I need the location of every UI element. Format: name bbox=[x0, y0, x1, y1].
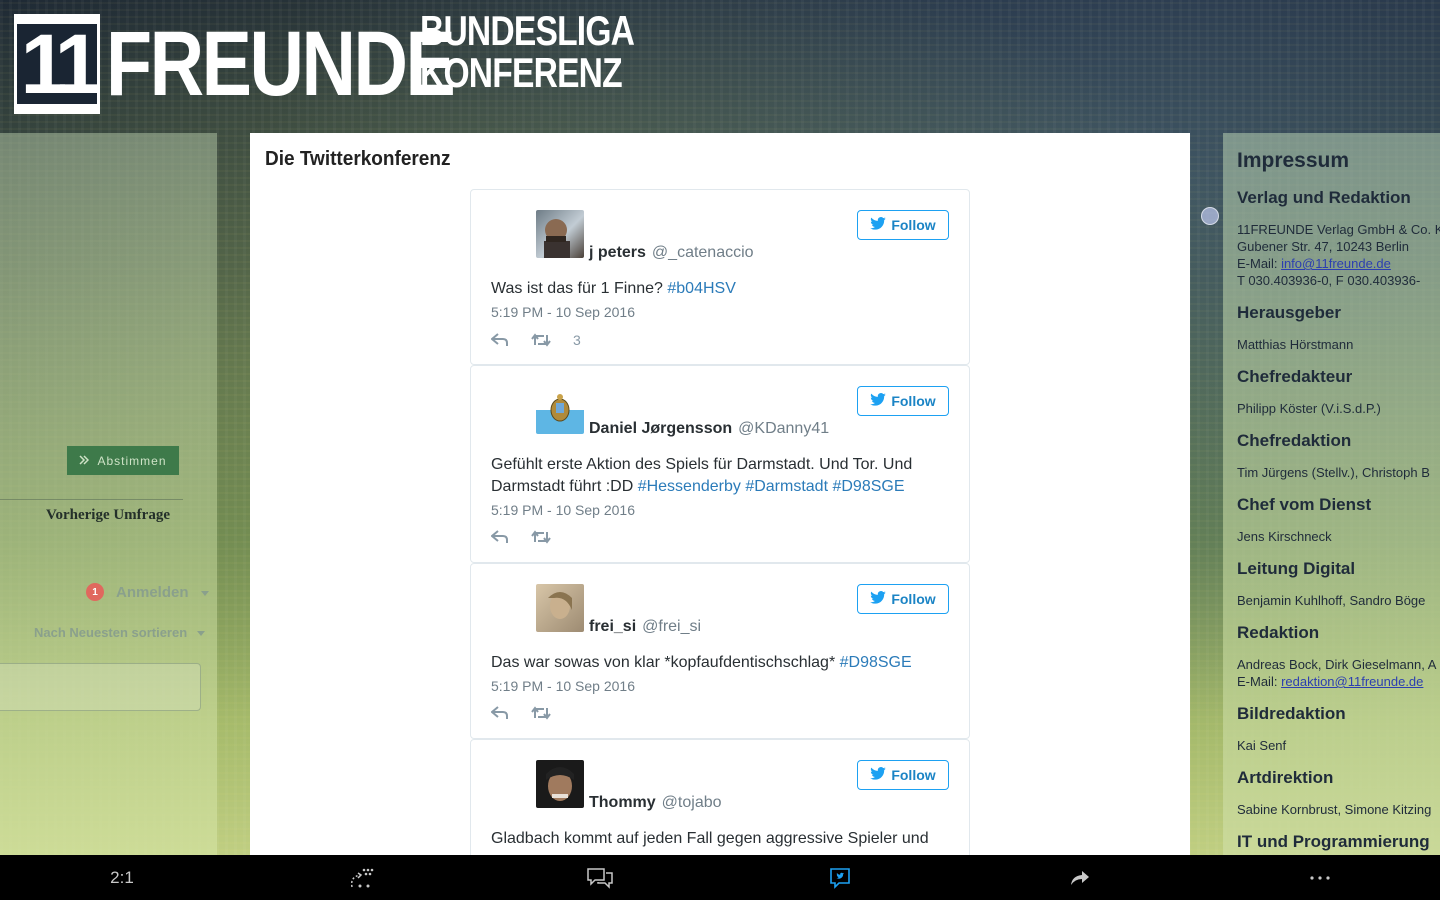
section-heading: Artdirektion bbox=[1237, 768, 1334, 787]
tweet-author[interactable]: j peters @_catenaccio bbox=[589, 244, 754, 262]
retweet-icon[interactable] bbox=[531, 530, 551, 544]
logo-subtitle: BUNDESLIGA KONFERENZ bbox=[420, 7, 635, 96]
like-count: 3 bbox=[573, 332, 581, 348]
avatar[interactable] bbox=[536, 210, 584, 258]
impressum-title: Impressum bbox=[1237, 149, 1350, 172]
tweet-actions bbox=[491, 706, 551, 720]
publisher-info: 11FREUNDE Verlag GmbH & Co. K Gubener St… bbox=[1237, 222, 1440, 288]
tweet-timestamp[interactable]: 5:19 PM - 10 Sep 2016 bbox=[491, 678, 635, 694]
avatar[interactable] bbox=[536, 760, 584, 808]
section-heading: Redaktion bbox=[1237, 623, 1320, 642]
email-link[interactable]: redaktion@11freunde.de bbox=[1281, 674, 1423, 689]
chat-icon[interactable] bbox=[578, 855, 622, 900]
more-icon[interactable] bbox=[1298, 855, 1342, 900]
impressum-panel: Impressum Verlag und Redaktion 11FREUNDE… bbox=[1223, 133, 1440, 855]
follow-button[interactable]: Follow bbox=[857, 386, 949, 416]
tweet-actions: 3 bbox=[491, 332, 581, 348]
tweet-author[interactable]: Daniel Jørgensson @KDanny41 bbox=[589, 420, 829, 438]
sort-dropdown[interactable]: Nach Neuesten sortieren bbox=[34, 625, 205, 640]
logo-word: FREUNDE bbox=[106, 13, 456, 115]
twitter-bird-icon bbox=[870, 767, 887, 783]
page-title: Die Twitterkonferenz bbox=[265, 148, 451, 170]
tweet-timestamp[interactable]: 5:19 PM - 10 Sep 2016 bbox=[491, 502, 635, 518]
tweet-text: Das war sowas von klar *kopfaufdentischs… bbox=[491, 654, 912, 671]
section-text: Andreas Bock, Dirk Gieselmann, A E-Mail:… bbox=[1237, 657, 1437, 689]
tactics-icon[interactable] bbox=[340, 855, 384, 900]
twitter-bird-icon bbox=[870, 393, 887, 409]
avatar[interactable] bbox=[536, 386, 584, 434]
tweet-card[interactable]: Thommy @tojabo Follow Gladbach kommt auf… bbox=[470, 739, 970, 855]
section-heading: Chef vom Dienst bbox=[1237, 495, 1372, 514]
section-heading: Herausgeber bbox=[1237, 303, 1341, 322]
section-text: Benjamin Kuhlhoff, Sandro Böge bbox=[1237, 593, 1426, 608]
double-chevron-right-icon bbox=[79, 454, 90, 468]
caret-down-icon bbox=[200, 584, 209, 601]
scroll-indicator[interactable] bbox=[1201, 207, 1219, 225]
caret-down-icon bbox=[196, 625, 205, 640]
tweet-author[interactable]: frei_si @frei_si bbox=[589, 618, 701, 636]
section-heading: IT und Programmierung bbox=[1237, 832, 1430, 851]
login-dropdown[interactable]: 1 Anmelden bbox=[86, 583, 209, 601]
twitter-bird-icon bbox=[870, 591, 887, 607]
hashtag-link[interactable]: #b04HSV bbox=[667, 280, 736, 297]
follow-button[interactable]: Follow bbox=[857, 584, 949, 614]
section-heading: Bildredaktion bbox=[1237, 704, 1346, 723]
share-icon[interactable] bbox=[1058, 855, 1102, 900]
tweet-timestamp[interactable]: 5:19 PM - 10 Sep 2016 bbox=[491, 304, 635, 320]
divider bbox=[0, 499, 183, 500]
comment-input[interactable] bbox=[0, 663, 201, 711]
hashtag-link[interactable]: #Hessenderby #Darmstadt #D98SGE bbox=[638, 478, 905, 495]
aspect-ratio-button[interactable]: 2:1 bbox=[100, 855, 144, 900]
vote-button[interactable]: Abstimmen bbox=[67, 446, 179, 475]
logo-number-box: 11 bbox=[14, 14, 101, 114]
twitter-icon[interactable] bbox=[818, 855, 862, 900]
tweet-actions bbox=[491, 530, 551, 544]
section-heading: Verlag und Redaktion bbox=[1237, 188, 1411, 207]
left-panel: Abstimmen Vorherige Umfrage 1 Anmelden N… bbox=[0, 133, 217, 855]
follow-button[interactable]: Follow bbox=[857, 210, 949, 240]
section-text: Kai Senf bbox=[1237, 738, 1287, 753]
twitter-feed-panel: Die Twitterkonferenz j peters @_catenacc… bbox=[250, 133, 1190, 855]
tweet-card[interactable]: j peters @_catenaccio Follow Was ist das… bbox=[470, 189, 970, 365]
section-text: Sabine Kornbrust, Simone Kitzing bbox=[1237, 802, 1432, 817]
section-text: Jens Kirschneck bbox=[1237, 529, 1332, 544]
section-heading: Leitung Digital bbox=[1237, 559, 1356, 578]
tweet-text: Gefühlt erste Aktion des Spiels für Darm… bbox=[491, 456, 913, 495]
tweet-card[interactable]: frei_si @frei_si Follow Das war sowas vo… bbox=[470, 563, 970, 739]
twitter-bird-icon bbox=[870, 217, 887, 233]
tweet-text: Gladbach kommt auf jeden Fall gegen aggr… bbox=[491, 830, 929, 847]
tweet-author[interactable]: Thommy @tojabo bbox=[589, 794, 722, 812]
tweet-text: Was ist das für 1 Finne? #b04HSV bbox=[491, 280, 736, 297]
email-link[interactable]: info@11freunde.de bbox=[1281, 256, 1391, 271]
retweet-icon[interactable] bbox=[531, 333, 551, 347]
hashtag-link[interactable]: #D98SGE bbox=[840, 654, 912, 671]
section-heading: Chefredaktion bbox=[1237, 431, 1352, 450]
notification-badge: 1 bbox=[86, 583, 104, 601]
reply-icon[interactable] bbox=[491, 706, 509, 720]
avatar[interactable] bbox=[536, 584, 584, 632]
section-text: Philipp Köster (V.i.S.d.P.) bbox=[1237, 401, 1381, 416]
reply-icon[interactable] bbox=[491, 530, 509, 544]
bottom-toolbar: 2:1 bbox=[0, 855, 1440, 900]
section-text: Matthias Hörstmann bbox=[1237, 337, 1354, 352]
retweet-icon[interactable] bbox=[531, 706, 551, 720]
follow-button[interactable]: Follow bbox=[857, 760, 949, 790]
section-heading: Chefredakteur bbox=[1237, 367, 1353, 386]
tweet-card[interactable]: Daniel Jørgensson @KDanny41 Follow Gefüh… bbox=[470, 365, 970, 563]
section-text: Tim Jürgens (Stellv.), Christoph B bbox=[1237, 465, 1430, 480]
previous-poll-link[interactable]: Vorherige Umfrage bbox=[46, 507, 170, 524]
reply-icon[interactable] bbox=[491, 333, 509, 347]
